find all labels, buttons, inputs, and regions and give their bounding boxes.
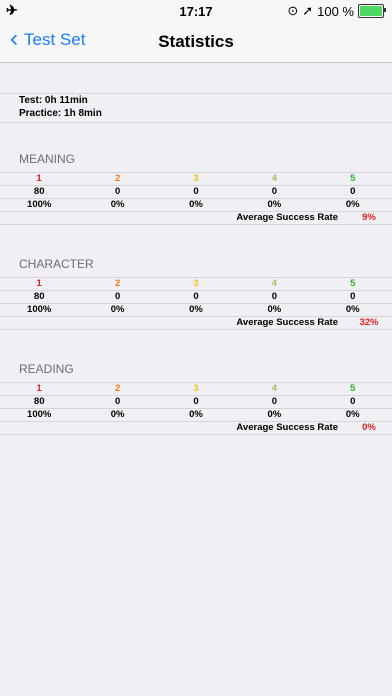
count-4: 0 (271, 396, 278, 407)
level-4: 4 (271, 278, 278, 289)
practice-time: Practice: 1h 8min (19, 108, 102, 119)
level-2: 2 (114, 173, 121, 184)
average-value: 32% (359, 317, 379, 328)
level-2: 2 (114, 383, 121, 394)
section-reading: READING 1 2 3 4 5 80 0 0 0 0 100% 0% 0% … (0, 362, 392, 435)
page-title: Statistics (158, 32, 234, 51)
section-title: READING (19, 362, 74, 376)
percent-1: 100% (27, 304, 52, 315)
status-bar: ✈ 17:17 ⊙ ➚ 100 % (0, 0, 392, 22)
section-title: MEANING (19, 152, 76, 166)
average-value: 9% (362, 212, 376, 223)
count-1: 80 (33, 186, 45, 197)
percent-5: 0% (345, 199, 360, 210)
battery-icon (358, 4, 386, 18)
time-summary: Test: 0h 11min Practice: 1h 8min (0, 93, 392, 123)
percent-4: 0% (267, 409, 282, 420)
level-row: 1 2 3 4 5 (0, 278, 392, 291)
count-2: 0 (114, 186, 121, 197)
percent-row: 100% 0% 0% 0% 0% (0, 409, 392, 422)
level-3: 3 (193, 278, 199, 289)
section-title: CHARACTER (19, 257, 94, 271)
average-row: Average Success Rate 9% (0, 212, 392, 225)
percent-5: 0% (345, 409, 360, 420)
level-1: 1 (36, 173, 42, 184)
count-row: 80 0 0 0 0 (0, 291, 392, 304)
percent-3: 0% (189, 199, 203, 210)
level-2: 2 (114, 278, 121, 289)
count-1: 80 (33, 396, 45, 407)
percent-2: 0% (110, 409, 125, 420)
level-5: 5 (350, 278, 356, 289)
level-3: 3 (193, 383, 199, 394)
percent-4: 0% (267, 199, 282, 210)
average-label: Average Success Rate (236, 212, 338, 223)
count-row: 80 0 0 0 0 (0, 396, 392, 409)
level-4: 4 (271, 173, 278, 184)
level-4: 4 (271, 383, 278, 394)
status-right: ⊙ ➚ 100 % (287, 3, 386, 19)
count-row: 80 0 0 0 0 (0, 186, 392, 199)
location-icon: ➚ (302, 3, 314, 18)
level-5: 5 (350, 173, 356, 184)
level-3: 3 (193, 173, 199, 184)
average-row: Average Success Rate 32% (0, 317, 392, 330)
percent-2: 0% (110, 304, 125, 315)
count-2: 0 (114, 291, 121, 302)
percent-row: 100% 0% 0% 0% 0% (0, 304, 392, 317)
section-meaning: MEANING 1 2 3 4 5 80 0 0 0 0 100% 0% 0% … (0, 152, 392, 225)
count-4: 0 (271, 291, 278, 302)
battery-percent: 100 % (317, 3, 354, 19)
count-4: 0 (271, 186, 278, 197)
percent-5: 0% (345, 304, 360, 315)
average-value: 0% (362, 422, 376, 433)
level-1: 1 (36, 383, 42, 394)
count-2: 0 (114, 396, 121, 407)
navigation-bar: ‹ Test Set Statistics (0, 22, 392, 63)
percent-row: 100% 0% 0% 0% 0% (0, 199, 392, 212)
percent-3: 0% (189, 409, 203, 420)
test-time: Test: 0h 11min (19, 95, 88, 106)
count-3: 0 (193, 291, 199, 302)
count-5: 0 (350, 186, 356, 197)
percent-4: 0% (267, 304, 282, 315)
level-1: 1 (36, 278, 42, 289)
average-label: Average Success Rate (236, 422, 338, 433)
percent-2: 0% (110, 199, 125, 210)
level-5: 5 (350, 383, 356, 394)
count-5: 0 (350, 396, 356, 407)
level-row: 1 2 3 4 5 (0, 383, 392, 396)
percent-3: 0% (189, 304, 203, 315)
average-label: Average Success Rate (236, 317, 338, 328)
count-3: 0 (193, 186, 199, 197)
count-5: 0 (350, 291, 356, 302)
count-3: 0 (193, 396, 199, 407)
rotation-lock-icon: ⊙ (287, 3, 299, 18)
count-1: 80 (33, 291, 45, 302)
level-row: 1 2 3 4 5 (0, 173, 392, 186)
percent-1: 100% (27, 199, 52, 210)
section-character: CHARACTER 1 2 3 4 5 80 0 0 0 0 100% 0% 0… (0, 257, 392, 330)
average-row: Average Success Rate 0% (0, 422, 392, 435)
percent-1: 100% (27, 409, 52, 420)
